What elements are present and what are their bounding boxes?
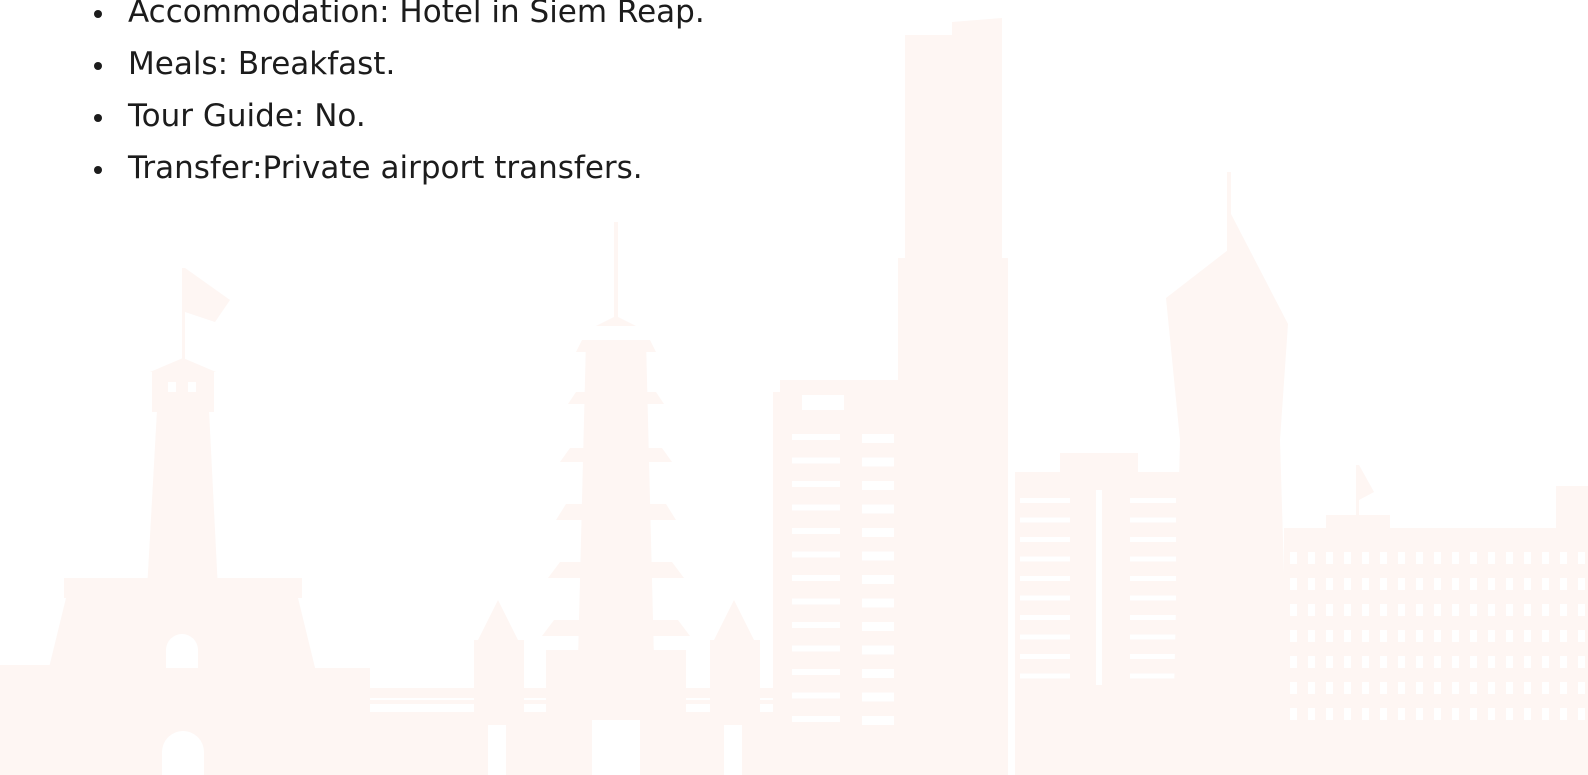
colonial-building-silhouette (1284, 465, 1588, 775)
detail-tour-guide: Tour Guide: No. (0, 90, 705, 142)
small-pagoda-left (474, 600, 524, 775)
detail-accommodation: Accommodation: Hotel in Siem Reap. (0, 0, 705, 38)
bullet-icon (94, 114, 102, 122)
tour-details-list: Accommodation: Hotel in Siem Reap. Meals… (0, 0, 705, 194)
detail-text: Tour Guide: No. (128, 98, 366, 134)
bullet-icon (94, 166, 102, 174)
clock-tower-silhouette (40, 268, 370, 775)
pagoda-silhouette (542, 222, 690, 775)
detail-meals: Meals: Breakfast. (0, 38, 705, 90)
detail-text: Meals: Breakfast. (128, 46, 396, 82)
bullet-icon (94, 10, 102, 18)
office-tower-silhouette (773, 18, 1026, 775)
bullet-icon (94, 62, 102, 70)
small-pagoda-right (710, 600, 760, 775)
sail-skyscraper-silhouette (1166, 172, 1290, 775)
detail-text: Accommodation: Hotel in Siem Reap. (128, 0, 705, 30)
detail-text: Transfer:Private airport transfers. (128, 150, 643, 186)
detail-transfer: Transfer:Private airport transfers. (0, 142, 705, 194)
